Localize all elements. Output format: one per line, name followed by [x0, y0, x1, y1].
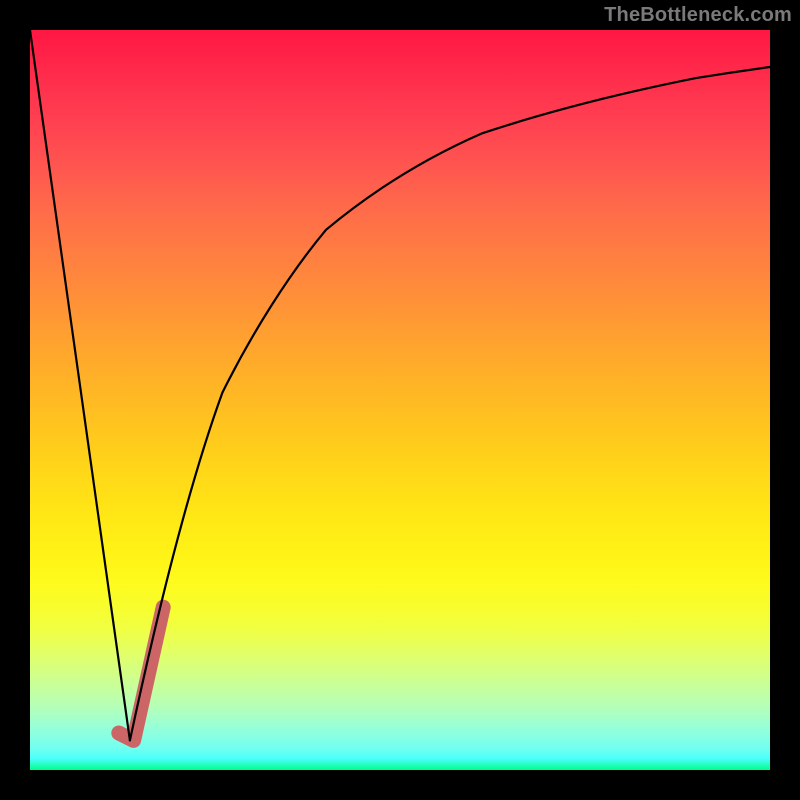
- chart-frame: TheBottleneck.com: [0, 0, 800, 800]
- chart-svg: [30, 30, 770, 770]
- plot-area: [30, 30, 770, 770]
- descending-left-line: [30, 30, 130, 740]
- watermark-text: TheBottleneck.com: [604, 4, 792, 27]
- ascending-right-curve: [130, 67, 770, 740]
